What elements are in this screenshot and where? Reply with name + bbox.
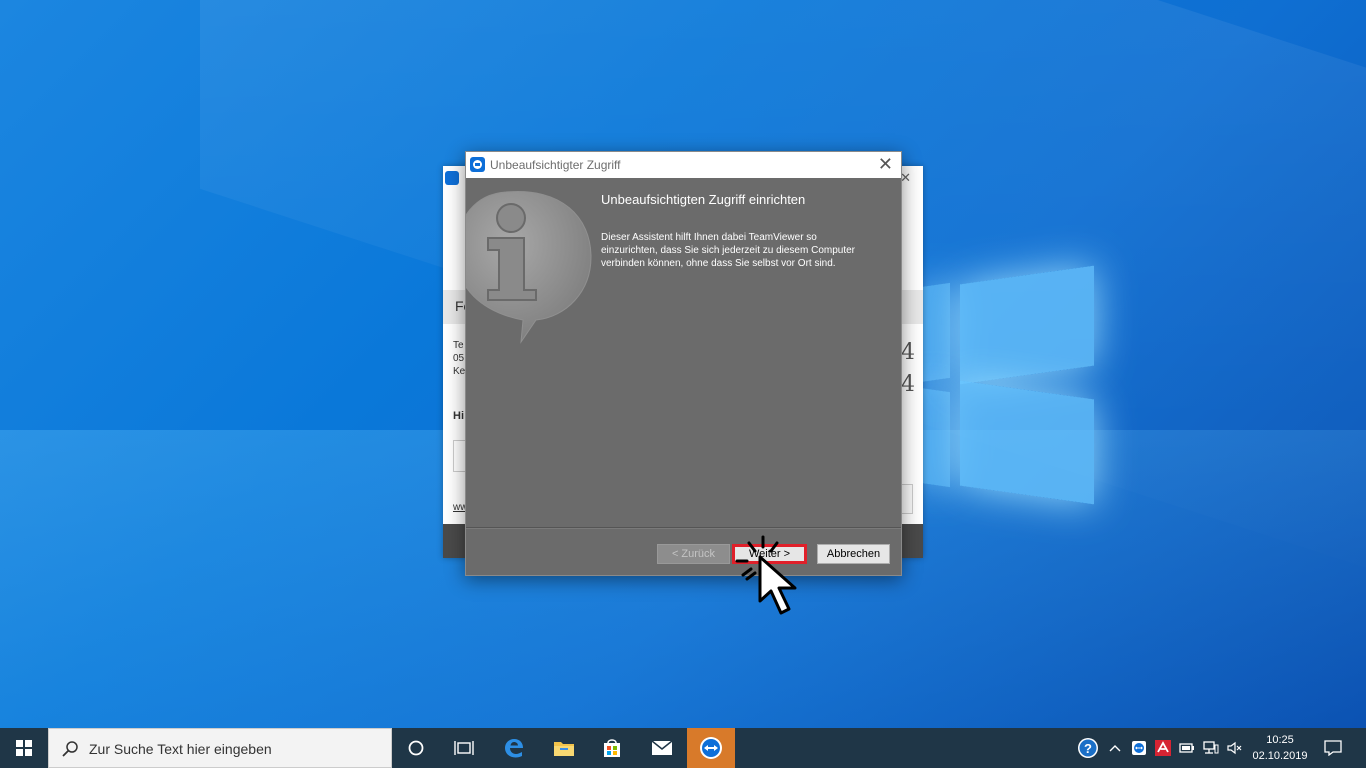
clock-time: 10:25 bbox=[1266, 734, 1294, 746]
search-icon bbox=[62, 741, 78, 757]
back-button[interactable]: < Zurück bbox=[657, 544, 730, 564]
dialog-title: Unbeaufsichtigter Zugriff bbox=[490, 158, 621, 172]
windows-icon bbox=[16, 740, 32, 756]
search-placeholder: Zur Suche Text hier eingeben bbox=[89, 741, 272, 757]
dialog-titlebar: Unbeaufsichtigter Zugriff ✕ bbox=[466, 152, 901, 178]
svg-text:?: ? bbox=[1084, 741, 1092, 756]
info-line: Te bbox=[453, 340, 464, 351]
dialog-description: Dieser Assistent hilft Ihnen dabei TeamV… bbox=[601, 232, 856, 269]
volume-muted-icon[interactable] bbox=[1224, 728, 1246, 768]
battery-icon[interactable] bbox=[1176, 728, 1198, 768]
teamviewer-taskbar-icon[interactable] bbox=[687, 728, 735, 768]
info-line: Ke bbox=[453, 366, 466, 377]
unattended-access-dialog: Unbeaufsichtigter Zugriff ✕ Unbeaufsicht… bbox=[465, 151, 902, 576]
system-clock[interactable]: 10:25 02.10.2019 bbox=[1250, 732, 1310, 764]
cortana-icon[interactable] bbox=[392, 728, 440, 768]
notification-center-icon[interactable] bbox=[1318, 728, 1348, 768]
search-box[interactable]: Zur Suche Text hier eingeben bbox=[48, 728, 392, 768]
close-button[interactable]: ✕ bbox=[878, 154, 893, 175]
side-button[interactable] bbox=[901, 484, 913, 514]
task-view-icon[interactable] bbox=[440, 728, 488, 768]
network-icon[interactable] bbox=[1200, 728, 1222, 768]
teamviewer-tray-icon[interactable] bbox=[1128, 728, 1150, 768]
edge-icon[interactable] bbox=[490, 728, 538, 768]
section-label: Hi bbox=[453, 410, 464, 422]
store-icon[interactable] bbox=[588, 728, 636, 768]
dialog-heading: Unbeaufsichtigten Zugriff einrichten bbox=[601, 192, 806, 207]
info-line: 05 bbox=[453, 353, 465, 364]
help-icon[interactable]: ? bbox=[1075, 728, 1101, 768]
taskbar: Zur Suche Text hier eingeben ? 10:25 02.… bbox=[0, 728, 1366, 768]
info-bubble-icon bbox=[466, 190, 592, 344]
windows-wallpaper-logo bbox=[920, 255, 1100, 515]
antivirus-icon[interactable] bbox=[1152, 728, 1174, 768]
start-button[interactable] bbox=[0, 728, 48, 768]
cancel-button[interactable]: Abbrechen bbox=[817, 544, 890, 564]
divider bbox=[466, 528, 901, 529]
mouse-cursor-icon bbox=[735, 535, 797, 615]
mail-icon[interactable] bbox=[638, 728, 686, 768]
file-explorer-icon[interactable] bbox=[540, 728, 588, 768]
chevron-up-icon[interactable] bbox=[1105, 728, 1125, 768]
clock-date: 02.10.2019 bbox=[1252, 750, 1308, 762]
teamviewer-icon bbox=[445, 171, 459, 185]
teamviewer-icon bbox=[470, 157, 485, 172]
password-value: 4 bbox=[901, 372, 915, 397]
